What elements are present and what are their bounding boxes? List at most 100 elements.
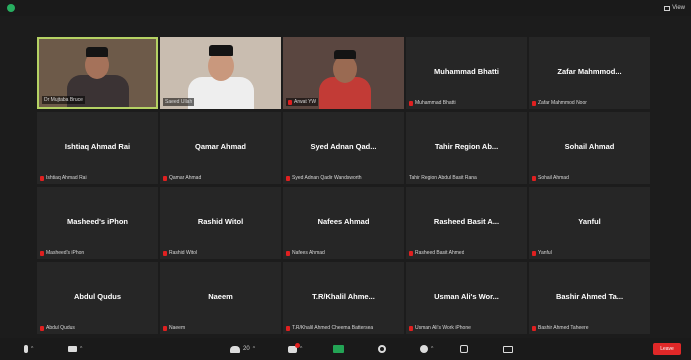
meeting-toolbar: ^ ^ 20 ^ ^ ^ Leave — [0, 338, 691, 360]
participant-name: Masheed's iPhon — [67, 217, 128, 226]
participant-label: Naeem — [163, 325, 185, 331]
participant-label: Qamar Ahmad — [163, 175, 201, 181]
participant-tile[interactable]: Yanful Yanful — [529, 187, 650, 259]
participant-name: Yanful — [578, 217, 601, 226]
participant-label: Ishtiaq Ahmad Rai — [40, 175, 87, 181]
participant-name: Rasheed Basit A... — [433, 217, 500, 226]
chevron-up-icon[interactable]: ^ — [80, 346, 82, 352]
chevron-up-icon[interactable]: ^ — [300, 346, 302, 352]
mic-muted-icon — [163, 325, 167, 331]
participant-tile[interactable]: Qamar Ahmad Qamar Ahmad — [160, 112, 281, 184]
participant-name: Nafees Ahmad — [317, 217, 370, 226]
view-label: View — [672, 5, 685, 11]
participant-label: Rasheed Basit Ahmed — [409, 250, 464, 256]
participants-button[interactable]: 20 ^ — [230, 343, 255, 355]
record-button[interactable] — [378, 343, 386, 355]
participant-tile[interactable]: Saeed Ullah — [160, 37, 281, 109]
apps-icon — [460, 345, 468, 353]
mic-muted-icon — [409, 250, 413, 256]
participant-label: Syed Adnan Qadir Wandsworth — [286, 175, 362, 181]
participant-label: Dr Mujtaba Bruce — [42, 96, 85, 104]
zoom-meeting-window: View Dr Mujtaba Bruce Saeed Ullah Arwat … — [0, 0, 691, 360]
participant-tile[interactable]: Rashid Witol Rashid Witol — [160, 187, 281, 259]
participant-tile[interactable]: Usman Ali's Wor... Usman Ali's Work iPho… — [406, 262, 527, 334]
mic-muted-icon — [286, 250, 290, 256]
participant-tile[interactable]: Arwat YW — [283, 37, 404, 109]
mic-muted-icon — [286, 325, 290, 331]
mic-muted-icon — [163, 175, 167, 181]
chevron-up-icon[interactable]: ^ — [253, 346, 255, 352]
mic-muted-icon — [40, 250, 44, 256]
participant-label: Muhammad Bhatti — [409, 100, 456, 106]
participant-tile[interactable]: Masheed's iPhon Masheed's iPhon — [37, 187, 158, 259]
participant-tile[interactable]: Rasheed Basit A... Rasheed Basit Ahmed — [406, 187, 527, 259]
participant-tile[interactable]: Ishtiaq Ahmad Rai Ishtiaq Ahmad Rai — [37, 112, 158, 184]
participant-tile[interactable]: Abdul Qudus Abdul Qudus — [37, 262, 158, 334]
participant-tile[interactable]: Bashir Ahmed Ta... Bashir Ahmed Taheere — [529, 262, 650, 334]
mute-button[interactable]: ^ — [24, 343, 33, 355]
mic-muted-icon — [40, 175, 44, 181]
participant-tile[interactable]: Syed Adnan Qad... Syed Adnan Qadir Wands… — [283, 112, 404, 184]
participant-name: Abdul Qudus — [73, 292, 122, 301]
participant-tile[interactable]: Dr Mujtaba Bruce — [37, 37, 158, 109]
mic-muted-icon — [532, 325, 536, 331]
participant-label: Masheed's iPhon — [40, 250, 84, 256]
participant-label: Nafees Ahmad — [286, 250, 325, 256]
participant-label: Rashid Witol — [163, 250, 197, 256]
participant-name: Tahir Region Ab... — [434, 142, 499, 151]
participant-label: Yanful — [532, 250, 552, 256]
participant-name: Ishtiaq Ahmad Rai — [64, 142, 131, 151]
participant-name: Muhammad Bhatti — [433, 67, 499, 76]
gallery-grid: Dr Mujtaba Bruce Saeed Ullah Arwat YW Mu… — [37, 37, 650, 334]
participant-name: T.R/Khalil Ahme... — [312, 292, 375, 301]
mic-muted-icon — [409, 325, 413, 331]
participant-label: T.R/Khalil Ahmed Cheema Battersea — [286, 325, 373, 331]
share-screen-icon — [333, 345, 344, 353]
participants-icon — [230, 345, 240, 353]
participant-name: Syed Adnan Qad... — [310, 142, 377, 151]
participant-tile[interactable]: Sohail Ahmad Sohail Ahmad — [529, 112, 650, 184]
whiteboard-icon — [503, 345, 513, 353]
participant-tile[interactable]: Muhammad Bhatti Muhammad Bhatti — [406, 37, 527, 109]
participant-tile[interactable]: T.R/Khalil Ahme... T.R/Khalil Ahmed Chee… — [283, 262, 404, 334]
participant-name: Sohail Ahmad — [564, 142, 615, 151]
participant-label: Zafar Mahmmod Noor — [532, 100, 587, 106]
participant-label: Bashir Ahmed Taheere — [532, 325, 589, 331]
chat-button[interactable]: ^ — [288, 342, 302, 355]
participant-name: Rashid Witol — [197, 217, 244, 226]
mic-muted-icon — [286, 175, 290, 181]
participant-name: Qamar Ahmad — [195, 142, 246, 151]
mic-muted-icon — [532, 175, 536, 181]
participant-name: Bashir Ahmed Ta... — [555, 292, 624, 301]
mic-muted-icon — [288, 99, 292, 105]
participant-label: Sohail Ahmad — [532, 175, 569, 181]
video-button[interactable]: ^ — [68, 343, 82, 355]
notification-badge — [295, 342, 300, 348]
participant-name: Zafar Mahmmod... — [557, 67, 622, 76]
record-icon — [378, 345, 386, 353]
chat-icon — [288, 342, 300, 353]
share-screen-button[interactable] — [333, 343, 344, 355]
chevron-up-icon[interactable]: ^ — [31, 346, 33, 352]
apps-button[interactable] — [460, 343, 468, 355]
reactions-icon — [420, 345, 428, 353]
mic-muted-icon — [409, 100, 413, 106]
participant-tile[interactable]: Nafees Ahmad Nafees Ahmad — [283, 187, 404, 259]
microphone-icon — [24, 345, 28, 353]
participant-tile[interactable]: Tahir Region Ab... Tahir Region Abdul Ba… — [406, 112, 527, 184]
shield-icon[interactable] — [7, 4, 15, 12]
participant-label: Tahir Region Abdul Basit Rana — [409, 175, 477, 181]
whiteboard-button[interactable] — [503, 343, 513, 355]
participant-label: Arwat YW — [286, 98, 319, 106]
participant-name: Naeem — [208, 292, 233, 301]
mic-muted-icon — [532, 250, 536, 256]
participants-count: 20 — [243, 346, 250, 352]
participant-tile[interactable]: Naeem Naeem — [160, 262, 281, 334]
mic-muted-icon — [40, 325, 44, 331]
chevron-up-icon[interactable]: ^ — [431, 346, 433, 352]
view-button[interactable]: View — [664, 3, 685, 13]
reactions-button[interactable]: ^ — [420, 343, 433, 355]
participant-tile[interactable]: Zafar Mahmmod... Zafar Mahmmod Noor — [529, 37, 650, 109]
participant-label: Saeed Ullah — [163, 98, 195, 106]
leave-button[interactable]: Leave — [653, 343, 681, 355]
